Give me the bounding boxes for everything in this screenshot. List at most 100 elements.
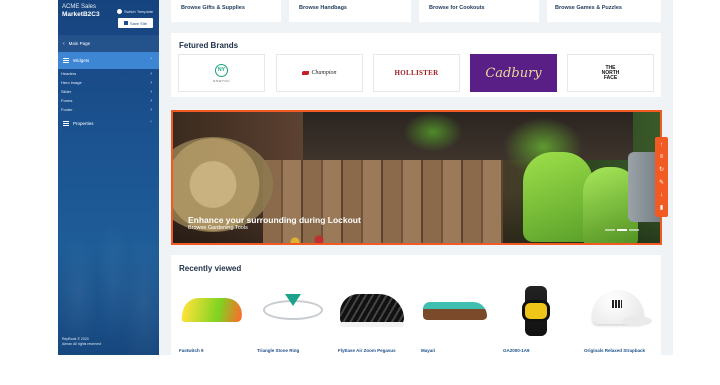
sidebar-item-label: Forms	[61, 98, 73, 103]
history-icon[interactable]: ↻	[659, 167, 664, 174]
category-card[interactable]: Browse Handbags	[289, 0, 411, 22]
sidebar-footer: RepBook © 2020 Aleran All rights reserve…	[62, 337, 101, 346]
category-card[interactable]: Browse for Cookouts	[419, 0, 539, 22]
slide-indicator-active[interactable]	[617, 229, 627, 231]
sidebar-item-slider[interactable]: Slider ›	[58, 87, 159, 96]
sidebar-header: ACME Sales MarketB2C3 Switch Template Sa…	[58, 0, 159, 32]
banner-headline: Enhance your surrounding during Lockout	[188, 215, 361, 225]
arrow-down-icon[interactable]: ↓	[660, 192, 663, 199]
product-image[interactable]	[257, 282, 325, 342]
product-image[interactable]	[338, 282, 406, 342]
edit-icon[interactable]: ✎	[659, 180, 664, 187]
product-name[interactable]: Mayari	[421, 348, 435, 353]
nowyou-wordmark: NOWYOU	[213, 78, 230, 83]
product-image[interactable]	[584, 282, 652, 342]
product-image[interactable]	[421, 282, 489, 342]
product-card[interactable]: Fastwitch 9	[179, 282, 247, 353]
switch-template-label: Switch Template	[124, 9, 154, 14]
sidebar-item-headers[interactable]: Headers ›	[58, 69, 159, 78]
category-card[interactable]: Browse Games & Puzzles	[547, 0, 661, 22]
sidebar-item-forms[interactable]: Forms ›	[58, 96, 159, 105]
watch-image	[522, 286, 550, 336]
featured-brands-title: Fetured Brands	[179, 41, 239, 50]
hero-banner-selected[interactable]: Enhance your surrounding during Lockout …	[171, 110, 662, 245]
product-image[interactable]	[503, 282, 571, 342]
ring-gem-image	[285, 294, 301, 306]
sneaker-sole	[340, 322, 404, 327]
slide-indicator[interactable]	[605, 229, 615, 231]
sidebar-item-label: Slider	[61, 89, 72, 94]
the-north-face-logo: THE NORTH FACE	[602, 65, 620, 81]
watch-face	[522, 300, 550, 322]
product-name[interactable]: Fastwitch 9	[179, 348, 204, 353]
chevron-right-icon: ›	[150, 88, 152, 95]
champion-c-icon	[302, 71, 310, 75]
product-card[interactable]: Mayari	[421, 282, 489, 353]
product-name[interactable]: FlyEase Air Zoom Pegasus	[338, 348, 396, 353]
product-name[interactable]: Triangle Stone Ring	[257, 348, 299, 353]
product-image[interactable]	[179, 282, 247, 342]
chevron-up-icon: ˆ	[150, 57, 152, 64]
list-icon	[63, 121, 69, 126]
nowyou-mark: NY	[215, 63, 228, 77]
brand-hollister[interactable]: HOLLISTER	[373, 54, 460, 92]
hollister-logo: HOLLISTER	[394, 69, 439, 77]
slide-indicator[interactable]	[629, 229, 639, 231]
category-label: Browse Games & Puzzles	[555, 5, 622, 11]
recently-viewed-title: Recently viewed	[179, 264, 242, 273]
champion-wordmark: Champion	[311, 70, 337, 76]
sidebar: ACME Sales MarketB2C3 Switch Template Sa…	[58, 0, 159, 355]
sidebar-item-label: Hero image	[61, 80, 82, 85]
main-page-label: Main Page	[68, 41, 91, 46]
chevron-down-icon: ˇ	[150, 120, 152, 127]
sandal-image	[423, 302, 487, 320]
save-site-label: Save Site	[129, 20, 148, 26]
widgets-label: Widgets	[73, 58, 90, 63]
brand-champion[interactable]: Champion	[276, 54, 363, 92]
category-card[interactable]: Browse Gifts & Supplies	[171, 0, 281, 22]
widget-toolbar: ↑ ≡ ↻ ✎ ↓ ▮	[655, 137, 668, 217]
category-label: Browse Gifts & Supplies	[181, 5, 245, 11]
properties-label: Properties	[73, 121, 94, 126]
tnf-line: FACE	[603, 74, 618, 81]
banner-plant	[403, 112, 463, 152]
main-page-link[interactable]: ‹ Main Page	[58, 35, 159, 52]
slider-indicators	[605, 229, 639, 231]
category-label: Browse Handbags	[299, 5, 347, 11]
adidas-logo	[612, 300, 622, 308]
sidebar-item-hero-image[interactable]: Hero image ›	[58, 78, 159, 87]
save-site-button[interactable]: Save Site	[118, 18, 153, 28]
trash-icon[interactable]: ▮	[660, 205, 663, 212]
widgets-section-toggle[interactable]: Widgets ˆ	[58, 52, 159, 69]
brand-the-north-face[interactable]: THE NORTH FACE	[567, 54, 654, 92]
product-card[interactable]: FlyEase Air Zoom Pegasus	[338, 282, 406, 353]
chevron-right-icon: ›	[150, 70, 152, 77]
sidebar-item-label: Footer	[61, 107, 73, 112]
chevron-right-icon: ›	[150, 106, 152, 113]
product-card[interactable]: Triangle Stone Ring	[257, 282, 325, 353]
product-name[interactable]: GA2000-1A9	[503, 348, 530, 353]
properties-section-toggle[interactable]: Properties ˇ	[58, 115, 159, 132]
product-card[interactable]: Originals Relaxed Strapback	[584, 282, 652, 353]
page-preview: Browse Gifts & Supplies Browse Handbags …	[159, 0, 673, 355]
save-icon	[123, 21, 128, 25]
nowyou-logo: NY NOWYOU	[213, 63, 230, 83]
category-label: Browse for Cookouts	[429, 5, 485, 11]
list-icon	[63, 58, 69, 63]
arrow-up-icon[interactable]: ↑	[660, 142, 663, 149]
product-card[interactable]: GA2000-1A9	[503, 282, 571, 353]
banner-subline[interactable]: Browse Gardening Tools	[188, 225, 248, 231]
brand-nowyou[interactable]: NY NOWYOU	[178, 54, 265, 92]
list-icon[interactable]: ≡	[660, 154, 664, 161]
brand-cadbury[interactable]: Cadbury	[470, 54, 557, 92]
switch-template-button[interactable]: Switch Template	[117, 9, 153, 14]
chevron-left-icon: ‹	[63, 40, 65, 47]
running-shoe-image	[180, 298, 246, 322]
chevron-right-icon: ›	[150, 79, 152, 86]
gear-icon	[117, 9, 122, 14]
sidebar-item-label: Headers	[61, 71, 77, 76]
product-name[interactable]: Originals Relaxed Strapback	[584, 348, 645, 353]
featured-brands-section: Fetured Brands NY NOWYOU Champion HOLLIS…	[171, 33, 661, 97]
sidebar-item-footer[interactable]: Footer ›	[58, 105, 159, 114]
recently-viewed-section: Recently viewed Fastwitch 9 Triangle Sto…	[171, 255, 661, 355]
